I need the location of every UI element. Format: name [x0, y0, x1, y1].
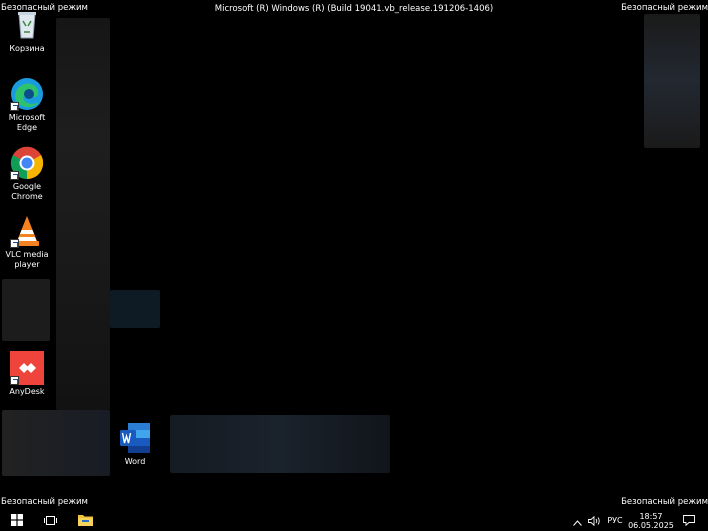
desktop-icon-word[interactable]: Word	[108, 421, 162, 467]
shortcut-arrow-icon	[10, 376, 19, 385]
blurred-region	[2, 410, 110, 476]
blurred-region	[56, 18, 110, 410]
file-explorer-button[interactable]	[72, 510, 98, 531]
desktop-icon-label: Google Chrome	[11, 182, 43, 201]
safe-mode-label-bottom-left: Безопасный режим	[1, 497, 88, 507]
clock-date: 06.05.2025	[628, 520, 674, 530]
safe-mode-label-bottom-right: Безопасный режим	[621, 497, 708, 507]
desktop-icon-label: Microsoft Edge	[8, 113, 46, 132]
desktop-icon-recycle-bin[interactable]: Корзина	[0, 8, 54, 54]
task-view-icon	[43, 511, 57, 530]
desktop-icon-label: Корзина	[9, 44, 45, 53]
desktop-icon-label: VLC media player	[5, 250, 49, 269]
safe-mode-label-top-right: Безопасный режим	[621, 3, 708, 13]
desktop-icon-label: AnyDesk	[9, 387, 45, 396]
blurred-region	[110, 290, 160, 328]
desktop-icon-label: Word	[124, 457, 146, 466]
desktop-icon-edge[interactable]: Microsoft Edge	[0, 77, 54, 133]
file-explorer-icon	[77, 511, 93, 530]
chevron-up-icon	[572, 511, 582, 530]
shortcut-arrow-icon	[10, 239, 19, 248]
desktop-icon-chrome[interactable]: Google Chrome	[0, 146, 54, 202]
chrome-icon	[10, 146, 44, 180]
clock-time: 18:57	[639, 511, 663, 521]
shortcut-arrow-icon	[10, 102, 19, 111]
task-view-button[interactable]	[37, 510, 63, 531]
volume-button[interactable]	[586, 510, 602, 531]
edge-icon	[10, 77, 44, 111]
notifications-button[interactable]	[678, 510, 700, 531]
build-info-text: Microsoft (R) Windows (R) (Build 19041.v…	[214, 4, 494, 14]
language-indicator[interactable]: РУС	[604, 510, 626, 531]
language-label: РУС	[607, 516, 623, 525]
taskbar: РУС 18:57 06.05.2025	[0, 510, 708, 531]
recycle-bin-icon	[10, 8, 44, 42]
blurred-region	[170, 415, 390, 473]
blurred-region	[644, 14, 700, 148]
volume-icon	[587, 511, 601, 530]
clock-button[interactable]: 18:57 06.05.2025	[628, 510, 674, 531]
show-hidden-icons-button[interactable]	[570, 510, 584, 531]
windows-logo-icon	[11, 511, 23, 530]
anydesk-icon	[10, 351, 44, 385]
vlc-icon	[10, 214, 44, 248]
desktop-icon-anydesk[interactable]: AnyDesk	[0, 351, 54, 397]
start-button[interactable]	[0, 510, 34, 531]
blurred-region	[2, 279, 50, 341]
shortcut-arrow-icon	[10, 171, 19, 180]
notification-icon	[683, 511, 695, 530]
word-icon	[118, 421, 152, 455]
desktop-icon-vlc[interactable]: VLC media player	[0, 214, 54, 270]
